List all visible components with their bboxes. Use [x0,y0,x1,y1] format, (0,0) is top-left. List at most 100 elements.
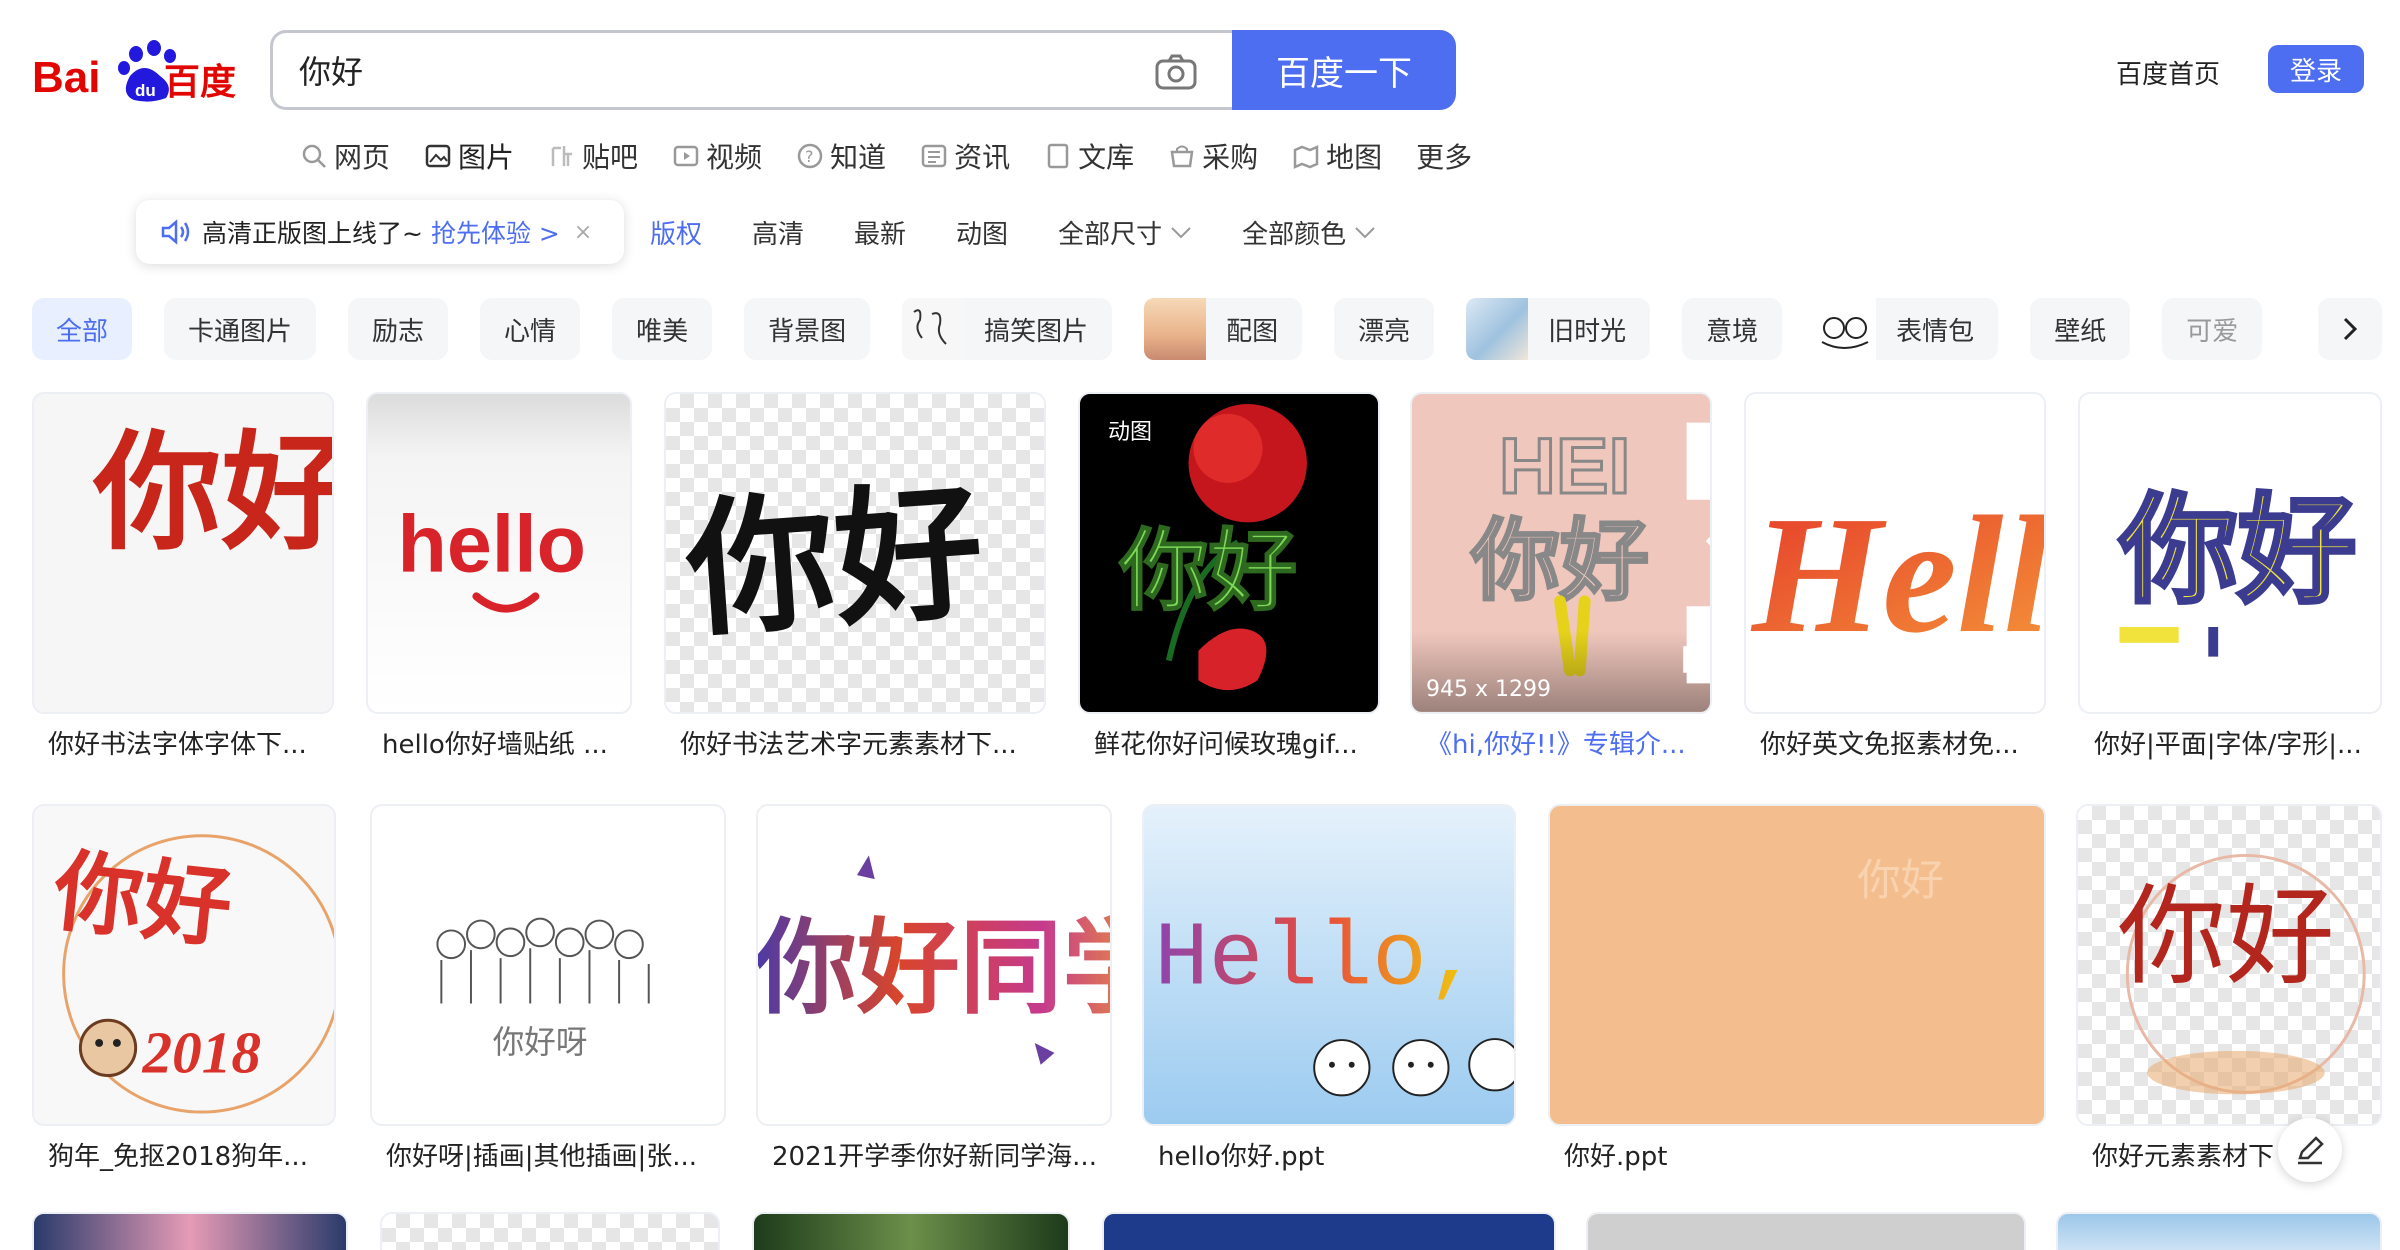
tab-video[interactable]: 视频 [672,136,762,176]
image-caption[interactable]: 你好.ppt [1564,1136,2044,1173]
tag-item[interactable]: 表情包 [1814,298,1999,360]
tag-item[interactable]: 旧时光 [1466,298,1651,360]
image-thumbnail[interactable]: 你好 2018 [32,804,336,1126]
image-caption[interactable]: 你好元素素材下 [2092,1136,2292,1173]
search-button[interactable]: 百度一下 [1232,30,1456,110]
filter-color-dropdown[interactable]: 全部颜色 [1242,214,1376,251]
tab-news[interactable]: 资讯 [920,136,1010,176]
image-result[interactable]: 你好同学 2021开学季你好新同学海... [756,804,1112,1174]
image-thumbnail[interactable]: 你好 动图 [1078,392,1380,714]
filter-hd[interactable]: 高清 [752,214,804,251]
tag-item[interactable]: 意境 [1682,298,1783,360]
feedback-edit-button[interactable] [2278,1118,2342,1182]
image-thumbnail[interactable]: Hello, 你好 [1142,804,1516,1126]
image-thumbnail[interactable]: 你好 [1548,804,2046,1126]
tags-next-button[interactable] [2318,298,2382,360]
image-caption[interactable]: 狗年_免抠2018狗年... [48,1136,338,1173]
tab-map[interactable]: 地图 [1292,136,1382,176]
image-result[interactable]: 你好 你好.ppt [1548,804,2046,1174]
tag-item[interactable]: 卡通图片 [164,298,317,360]
image-result[interactable]: 你好 2018 狗年_免抠2018狗年... [32,804,336,1174]
image-caption[interactable]: 鲜花你好问候玫瑰gif... [1094,724,1380,761]
chevron-right-icon [2343,317,2358,341]
image-thumbnail[interactable] [1586,1212,2026,1250]
tab-web[interactable]: 网页 [300,136,390,176]
tab-purchase[interactable]: 采购 [1168,136,1258,176]
image-thumbnail[interactable] [2056,1212,2382,1250]
image-result[interactable]: 你好 动图 鲜花你好问候玫瑰gif... [1078,392,1380,762]
image-thumbnail[interactable]: 你好呀 [370,804,726,1126]
image-thumbnail[interactable]: 你好同学 [756,804,1112,1126]
tag-item[interactable]: 搞笑图片 [902,298,1113,360]
image-caption[interactable]: 你好|平面|字体/字形|... [2094,724,2382,761]
visual-search-icon[interactable] [1668,394,1712,712]
image-thumbnail[interactable]: 你好 [2076,804,2382,1126]
image-thumbnail[interactable]: Hello [1744,392,2046,714]
image-result[interactable] [1586,1212,2026,1250]
search-input[interactable] [299,47,1099,93]
image-result[interactable] [752,1212,1070,1250]
camera-icon[interactable] [1154,53,1198,91]
image-result[interactable]: Hello, 你好 hello你好.ppt [1142,804,1516,1174]
tab-images[interactable]: 图片 [424,136,514,176]
tag-label: 意境 [1706,316,1759,347]
image-result[interactable]: Hello 你好英文免抠素材免... [1744,392,2046,762]
image-caption[interactable]: hello你好墙贴纸 ... [382,724,632,761]
filter-latest[interactable]: 最新 [854,214,906,251]
image-caption[interactable]: 《hi,你好!!》专辑介... [1426,724,1712,761]
tag-item[interactable]: 背景图 [744,298,871,360]
image-caption[interactable]: 你好书法艺术字元素素材下... [680,724,1046,761]
image-caption[interactable]: 你好呀|插画|其他插画|张... [386,1136,726,1173]
tag-label: 可爱 [2186,316,2239,347]
image-thumbnail[interactable] [752,1212,1070,1250]
tag-label: 唯美 [636,316,689,347]
image-result[interactable]: hello hello你好墙贴纸 ... [366,392,632,762]
close-icon[interactable]: × [574,220,592,245]
image-result[interactable]: 你好 你好|平面|字体/字形|... [2078,392,2382,762]
tab-label: 资讯 [954,141,1011,174]
image-caption[interactable]: 你好英文免抠素材免... [1760,724,2046,761]
image-result[interactable]: 你好 你好书法艺术字元素素材下... [664,392,1046,762]
image-result[interactable] [32,1212,348,1250]
login-button[interactable]: 登录 [2268,45,2364,93]
tag-item[interactable]: 励志 [348,298,449,360]
tag-item[interactable]: 壁纸 [2030,298,2131,360]
image-thumbnail[interactable]: 你好 [32,392,334,714]
image-thumbnail[interactable] [32,1212,348,1250]
image-caption[interactable]: hello你好.ppt [1158,1136,1516,1173]
tab-wenku[interactable]: 文库 [1044,136,1134,176]
tag-item[interactable]: 唯美 [612,298,713,360]
image-caption[interactable]: 你好书法字体字体下... [48,724,338,761]
image-text: 你好 [1857,856,1944,906]
image-result[interactable]: 你好 你好书法字体字体下... [32,392,334,762]
baidu-logo[interactable]: Bai du 百度 [32,34,242,106]
tag-label: 表情包 [1896,316,1975,347]
tab-tieba[interactable]: 贴吧 [548,136,638,176]
image-thumbnail[interactable] [380,1212,720,1250]
home-link[interactable]: 百度首页 [2116,54,2220,91]
tag-all[interactable]: 全部 [32,298,133,360]
filter-copyright[interactable]: 版权 [650,214,702,251]
tag-item[interactable]: 心情 [480,298,581,360]
image-result[interactable]: 你好 你好元素素材下 [2076,804,2382,1174]
filter-animated[interactable]: 动图 [956,214,1008,251]
promo-link[interactable]: 抢先体验 > [431,214,560,250]
filter-size-dropdown[interactable]: 全部尺寸 [1058,214,1192,251]
tag-item[interactable]: 漂亮 [1334,298,1435,360]
image-result[interactable]: 你好呀 你好呀|插画|其他插画|张... [370,804,726,1174]
image-result[interactable] [2056,1212,2382,1250]
image-result[interactable] [380,1212,720,1250]
tab-zhidao[interactable]: ? 知道 [796,136,886,176]
image-thumbnail[interactable]: 你好 [2078,392,2382,714]
image-thumbnail[interactable] [1102,1212,1556,1250]
image-result[interactable] [1102,1212,1556,1250]
tag-item[interactable]: 配图 [1144,298,1303,360]
image-thumbnail[interactable]: hello [366,392,632,714]
tab-more[interactable]: 更多 [1416,136,1472,176]
tab-label: 贴吧 [582,141,639,174]
image-thumbnail[interactable]: HEI 你好 945 x 1299 [1410,392,1712,714]
image-thumbnail[interactable]: 你好 [664,392,1046,714]
image-result[interactable]: HEI 你好 945 x 1299 《hi,你好!!》专辑介... [1410,392,1712,762]
image-caption[interactable]: 2021开学季你好新同学海... [772,1136,1112,1173]
tag-item[interactable]: 可爱 [2162,298,2263,360]
